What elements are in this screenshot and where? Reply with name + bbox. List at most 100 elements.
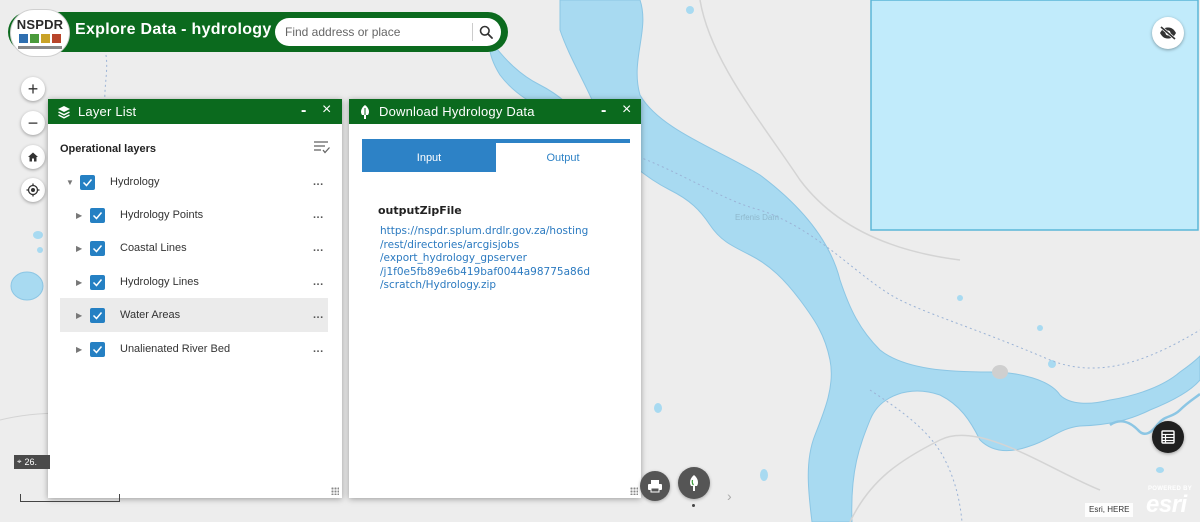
layer-checkbox[interactable] <box>90 341 105 357</box>
layer-checkbox[interactable] <box>80 174 95 190</box>
resize-handle[interactable] <box>331 487 339 495</box>
home-icon <box>28 152 38 162</box>
pond <box>37 247 43 253</box>
print-button[interactable] <box>640 471 670 501</box>
layer-row-unalienated-river-bed[interactable]: ▶ Unalienated River Bed ... <box>60 332 328 366</box>
layer-checkbox[interactable] <box>90 207 105 223</box>
layer-checkbox[interactable] <box>90 240 105 256</box>
layer-row-water-areas[interactable]: ▶ Water Areas ... <box>60 298 328 332</box>
link-line: /export_hydrology_gpserver <box>380 252 527 264</box>
check-icon <box>92 345 103 354</box>
tab-bar: Input Output <box>362 139 630 172</box>
more-options-button[interactable]: ... <box>313 209 324 221</box>
layer-checkbox[interactable] <box>90 307 105 323</box>
check-icon <box>92 278 103 287</box>
more-options-button[interactable]: ... <box>313 276 324 288</box>
more-options-button[interactable]: ... <box>313 176 324 188</box>
layer-row-hydrology-points[interactable]: ▶ Hydrology Points ... <box>60 198 328 232</box>
layer-checkbox[interactable] <box>90 274 105 290</box>
download-hydrology-panel: Download Hydrology Data - × Input Output… <box>349 99 641 498</box>
section-label: Operational layers <box>60 143 156 155</box>
selection-extent[interactable] <box>870 0 1199 231</box>
locate-button[interactable] <box>21 178 45 202</box>
pond <box>1048 360 1056 368</box>
island <box>992 365 1008 379</box>
layer-label: Water Areas <box>120 309 181 321</box>
minimize-button[interactable]: - <box>301 102 306 120</box>
eye-off-icon <box>1160 26 1176 40</box>
crosshair-icon: ⌖ <box>17 457 22 466</box>
attribute-table-button[interactable] <box>1152 421 1184 453</box>
layer-list-header[interactable]: Layer List - × <box>48 99 342 124</box>
panel-title: Download Hydrology Data <box>379 104 535 119</box>
water-label: Erfenis Dam <box>735 213 779 222</box>
search-icon <box>479 25 493 39</box>
pond <box>654 403 662 413</box>
layer-row-hydrology-lines[interactable]: ▶ Hydrology Lines ... <box>60 265 328 299</box>
layer-label: Unalienated River Bed <box>120 343 231 355</box>
logo-tagline <box>18 45 62 49</box>
layer-list-panel: Layer List - × Operational layers ▼ Hydr… <box>48 99 342 498</box>
esri-logo: POWERED BY esri <box>1144 486 1198 518</box>
printer-icon <box>648 480 662 493</box>
resize-handle[interactable] <box>630 487 638 495</box>
layer-label: Hydrology <box>110 176 160 188</box>
zoom-out-button[interactable]: − <box>21 111 45 135</box>
layer-row-hydrology[interactable]: ▼ Hydrology ... <box>60 165 328 199</box>
pond <box>686 6 694 14</box>
table-icon <box>1161 430 1175 444</box>
check-icon <box>92 211 103 220</box>
search-input[interactable] <box>285 23 465 41</box>
chevron-right-icon[interactable]: ▶ <box>76 345 82 354</box>
app-header: NSPDR Explore Data - hydrology <box>8 9 508 57</box>
pond <box>1037 325 1043 331</box>
logo-text: NSPDR <box>16 16 64 32</box>
pond <box>760 469 768 481</box>
zoom-in-button[interactable]: + <box>21 77 45 101</box>
tab-output[interactable]: Output <box>496 143 630 172</box>
panel-title: Layer List <box>78 104 137 119</box>
search-button[interactable] <box>475 21 497 43</box>
esri-wordmark: esri <box>1146 491 1187 518</box>
more-options-button[interactable]: ... <box>313 343 324 355</box>
visibility-toggle-button[interactable] <box>1152 17 1184 49</box>
next-widgets-arrow[interactable]: › <box>727 488 732 504</box>
link-line: https://nspdr.splum.drdlr.gov.za/hosting <box>380 225 589 237</box>
download-hydrology-widget-button[interactable] <box>678 467 710 499</box>
chevron-down-icon[interactable]: ▼ <box>66 178 74 187</box>
link-line: /scratch/Hydrology.zip <box>380 279 497 291</box>
output-param-label: outputZipFile <box>378 204 462 217</box>
more-options-button[interactable]: ... <box>313 309 324 321</box>
chevron-right-icon[interactable]: ▶ <box>76 244 82 253</box>
plus-icon: + <box>27 79 39 99</box>
link-line: /j1f0e5fb89e6b419baf0044a98775a86d <box>380 265 591 278</box>
layers-icon <box>58 106 70 119</box>
pond <box>957 295 963 301</box>
chevron-right-icon[interactable]: ▶ <box>76 211 82 220</box>
app-title: Explore Data - hydrology <box>75 21 272 38</box>
layer-options-icon[interactable] <box>313 139 331 155</box>
layer-label: Hydrology Points <box>120 209 204 221</box>
layer-label: Hydrology Lines <box>120 276 199 288</box>
logo-emblem <box>19 33 61 43</box>
scale-bar <box>20 494 120 502</box>
close-button[interactable]: × <box>622 101 631 119</box>
more-options-button[interactable]: ... <box>313 242 324 254</box>
layer-row-coastal-lines[interactable]: ▶ Coastal Lines ... <box>60 231 328 265</box>
download-panel-header[interactable]: Download Hydrology Data - × <box>349 99 641 124</box>
tab-input[interactable]: Input <box>362 143 496 172</box>
locate-icon <box>26 183 40 197</box>
minimize-button[interactable]: - <box>601 102 606 120</box>
tree-icon <box>361 105 369 119</box>
check-icon <box>82 178 93 187</box>
app-logo: NSPDR <box>10 9 70 57</box>
output-zip-link[interactable]: https://nspdr.splum.drdlr.gov.za/hosting… <box>380 225 630 293</box>
coordinate-readout: ⌖ 26. <box>14 455 50 469</box>
home-button[interactable] <box>21 145 45 169</box>
search-box <box>275 18 501 46</box>
chevron-right-icon[interactable]: ▶ <box>76 278 82 287</box>
active-widget-indicator <box>692 504 695 507</box>
close-button[interactable]: × <box>322 101 331 119</box>
chevron-right-icon[interactable]: ▶ <box>76 311 82 320</box>
link-line: /rest/directories/arcgisjobs <box>380 238 520 251</box>
